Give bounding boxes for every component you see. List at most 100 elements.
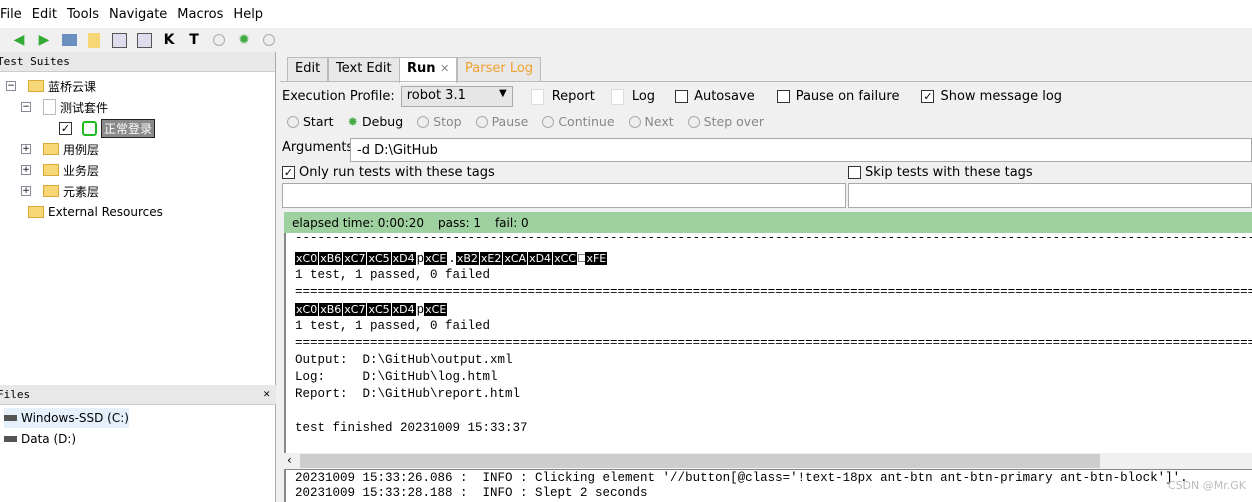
arguments-label: Arguments: [282,140,358,155]
button-label: Stop [433,114,462,129]
arrow-right-icon[interactable]: ▶ [35,31,53,49]
tree-item-folder[interactable]: + 业务层 [21,160,99,180]
right-panel: Edit Text Edit Run ✕ Parser Log Executio… [280,52,1252,212]
tree-item-test[interactable]: ✓ 正常登录 [59,118,156,138]
checkbox-box [848,166,861,179]
stop-icon[interactable] [260,31,278,49]
tree-item-folder[interactable]: + 元素层 [21,181,99,201]
test-search-icon[interactable]: T [185,31,203,49]
exclude-tags-input[interactable] [848,183,1252,208]
only-run-tags-checkbox[interactable]: ✓ Only run tests with these tags [282,165,495,180]
report-label: Report [551,89,595,104]
autosave-checkbox[interactable]: Autosave [675,89,755,104]
menu-tools[interactable]: Tools [67,7,99,22]
arrow-left-icon[interactable]: ◀ [10,31,28,49]
pause-button[interactable]: Pause [475,114,528,129]
pause-on-failure-label: Pause on failure [795,89,900,104]
file-icon [43,99,56,115]
files-title: Files [0,388,31,401]
report-button[interactable]: Report [530,88,595,105]
folder-icon[interactable] [85,31,103,49]
button-label: Start [303,114,334,129]
garbled-token: xCE [424,303,448,316]
menu-edit[interactable]: Edit [32,7,57,22]
tree-item-external[interactable]: External Resources [28,202,163,222]
keyword-search-icon[interactable]: K [160,31,178,49]
arguments-input[interactable] [350,138,1252,162]
button-label: Continue [558,114,615,129]
drive-item[interactable]: Data (D:) [4,429,76,449]
checkbox[interactable]: ✓ [59,121,72,135]
tree-label: 蓝桥云课 [48,79,97,94]
chevron-down-icon: ▼ [499,88,507,99]
log-path: Log: D:\GitHub\log.html [295,370,498,384]
expand-icon[interactable]: + [21,144,31,154]
collapse-icon[interactable]: − [21,102,31,112]
menu-file[interactable]: File [0,7,22,22]
open-icon[interactable] [60,31,78,49]
tab-edit[interactable]: Edit [287,57,329,81]
save-all-icon[interactable] [135,31,153,49]
garbled-token: xD4 [391,252,416,265]
menu-macros[interactable]: Macros [177,7,223,22]
garbled-token: xCC [553,252,577,265]
expand-icon[interactable]: + [21,186,31,196]
menu-help[interactable]: Help [233,7,263,22]
continue-button[interactable]: Continue [542,114,615,129]
log-line: 20231009 15:33:26.086 : INFO : Clicking … [295,471,1188,485]
log-button[interactable]: Log [610,88,655,105]
garbled-token: xCA [503,252,528,265]
skip-tags-label: Skip tests with these tags [865,165,1033,180]
save-icon[interactable] [110,31,128,49]
play-icon [287,115,299,128]
profile-select[interactable]: robot 3.1 ▼ [400,86,513,107]
expand-icon[interactable]: + [21,165,31,175]
tree-item-root[interactable]: − 蓝桥云课 [6,76,96,96]
drive-item[interactable]: Windows-SSD (C:) [4,408,129,428]
suite-name-garbled: xC0 xB6 xC7 xC5 xD4 pxCE [295,301,1252,318]
close-icon[interactable]: ✕ [263,387,270,400]
garbled-token: xD4 [528,252,553,265]
pass-count: pass: 1 [437,215,481,230]
skip-tags-checkbox[interactable]: Skip tests with these tags [848,165,1033,180]
fail-count: fail: 0 [494,215,529,230]
tab-text-edit[interactable]: Text Edit [328,57,400,81]
bug-icon: ✹ [347,114,359,129]
tree-item-suite[interactable]: − 测试套件 [21,97,108,117]
separator: ========================================… [295,285,1252,299]
report-icon [530,88,544,105]
tree-label: 业务层 [63,163,100,178]
garbled-token: xC5 [367,303,391,316]
menu-navigate[interactable]: Navigate [109,7,167,22]
scrollbar-thumb[interactable] [300,454,1100,468]
log-icon [610,88,624,105]
debug-button[interactable]: ✹ Debug [348,114,404,129]
tree-label: External Resources [48,205,163,219]
checkbox-box [776,90,790,103]
button-label: Next [644,114,674,129]
result-line: 1 test, 1 passed, 0 failed [295,319,491,333]
run-icon[interactable] [210,31,228,49]
scroll-left-icon[interactable]: ‹ [287,453,292,467]
pause-on-failure-checkbox[interactable]: Pause on failure [776,89,900,104]
close-icon[interactable]: ✕ [440,62,449,75]
only-run-tags-label: Only run tests with these tags [299,165,495,180]
garbled-token: . [448,252,456,266]
stop-button[interactable]: Stop [417,114,462,129]
include-tags-input[interactable] [282,183,846,208]
horizontal-scrollbar[interactable]: ‹ [284,453,1252,469]
start-button[interactable]: Start [287,114,334,129]
collapse-icon[interactable]: − [6,81,16,91]
tree-item-folder[interactable]: + 用例层 [21,139,99,159]
tab-parser-log[interactable]: Parser Log [457,57,542,81]
folder-icon [43,143,59,155]
next-button[interactable]: Next [628,114,674,129]
tab-run[interactable]: Run ✕ [399,57,458,83]
show-message-log-checkbox[interactable]: ✓ Show message log [921,89,1062,104]
debug-icon[interactable]: ✹ [235,31,253,49]
elapsed-time: elapsed time: 0:00:20 [292,215,424,230]
report-path: Report: D:\GitHub\report.html [295,387,521,401]
step-over-button[interactable]: Step over [687,114,764,129]
robot-icon [82,120,97,136]
